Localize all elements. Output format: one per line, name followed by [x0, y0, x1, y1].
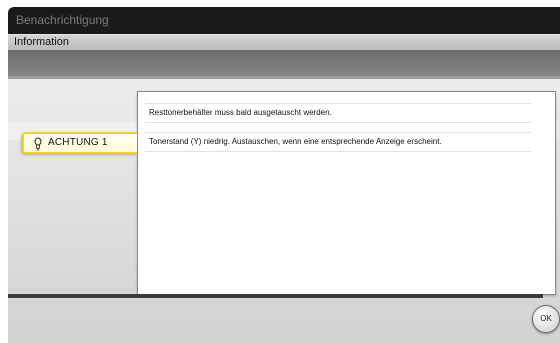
tab-label: ACHTUNG 1	[48, 137, 108, 148]
bottom-divider	[8, 294, 543, 298]
message-item: Tonerstand (Y) niedrig. Austauschen, wen…	[145, 132, 532, 152]
message-item: Resttonerbehälter muss bald ausgetauscht…	[145, 103, 532, 123]
window-title: Benachrichtigung	[16, 13, 109, 27]
content-area: Resttonerbehälter muss bald ausgetauscht…	[8, 79, 560, 343]
header-band	[8, 50, 560, 76]
bulb-icon	[34, 137, 42, 151]
notification-window: Benachrichtigung Information Resttonerbe…	[8, 7, 560, 343]
info-bar: Information	[8, 34, 560, 51]
tab-warning[interactable]: ACHTUNG 1	[22, 132, 137, 154]
message-panel: Resttonerbehälter muss bald ausgetauscht…	[137, 91, 556, 295]
info-label: Information	[14, 36, 70, 48]
ok-button[interactable]: OK	[532, 305, 560, 333]
